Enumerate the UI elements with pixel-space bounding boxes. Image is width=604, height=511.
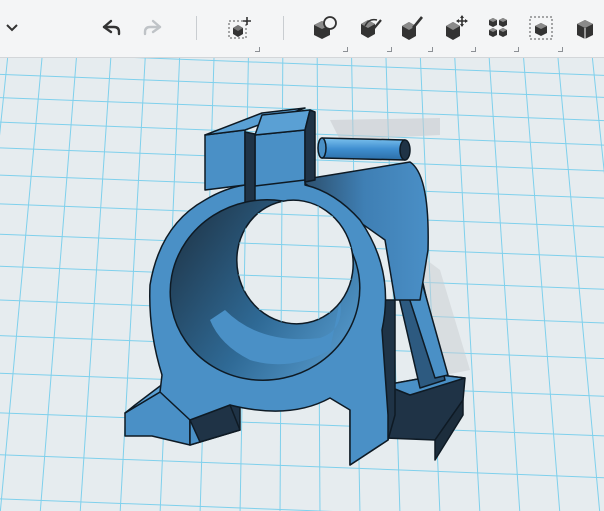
primitives-icon[interactable] xyxy=(310,13,340,43)
undo-icon[interactable] xyxy=(96,13,126,43)
pin[interactable] xyxy=(317,137,411,161)
toolbar-divider xyxy=(196,16,197,40)
redo-icon[interactable] xyxy=(138,13,168,43)
primitives-menu-indicator xyxy=(343,47,348,52)
chevron-down-icon[interactable] xyxy=(0,13,27,43)
pattern-menu-indicator xyxy=(514,47,519,52)
pattern-icon[interactable] xyxy=(483,13,513,43)
transform-menu-indicator xyxy=(255,47,260,52)
grouping-menu-indicator xyxy=(558,47,563,52)
canvas[interactable] xyxy=(0,58,604,511)
move-icon[interactable] xyxy=(441,13,471,43)
combine-icon[interactable] xyxy=(572,13,602,43)
grouping-icon[interactable] xyxy=(526,13,556,43)
sketch-menu-indicator xyxy=(387,47,392,52)
design-app xyxy=(0,0,604,511)
design-viewport[interactable] xyxy=(0,58,604,511)
right-clamp-front xyxy=(254,129,306,187)
main-toolbar xyxy=(0,0,604,58)
toolbar-divider xyxy=(283,16,284,40)
modify-icon[interactable] xyxy=(397,13,427,43)
sketch-icon[interactable] xyxy=(356,13,386,43)
modify-menu-indicator xyxy=(428,47,433,52)
move-menu-indicator xyxy=(471,47,476,52)
left-clamp-front xyxy=(204,129,246,191)
transform-icon[interactable] xyxy=(225,13,255,43)
